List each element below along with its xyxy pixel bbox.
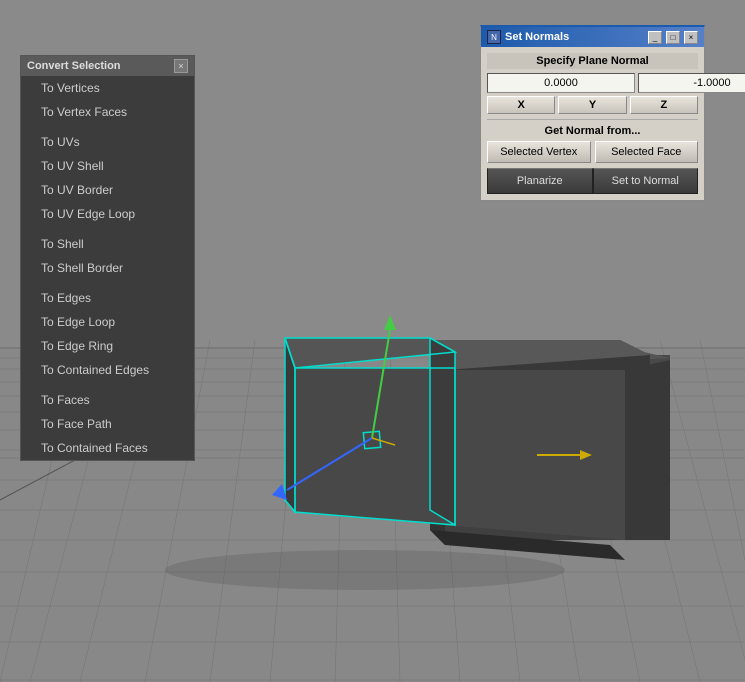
- xyz-buttons-row: X Y Z: [487, 96, 698, 114]
- convert-selection-titlebar[interactable]: Convert Selection ×: [21, 56, 194, 76]
- maximize-button[interactable]: □: [666, 31, 680, 44]
- minimize-button[interactable]: _: [648, 31, 662, 44]
- get-normal-buttons-row: Selected Vertex Selected Face: [487, 141, 698, 163]
- set-normals-icon: N: [487, 30, 501, 44]
- convert-item-to-vertex-faces[interactable]: To Vertex Faces: [21, 100, 194, 124]
- get-normal-from-label: Get Normal from...: [487, 125, 698, 137]
- convert-items-list: To VerticesTo Vertex Faces To UVsTo UV Sh…: [21, 76, 194, 460]
- convert-item-to-contained-edges[interactable]: To Contained Edges: [21, 358, 194, 382]
- section-divider-1: [487, 119, 698, 120]
- set-to-normal-button[interactable]: Set to Normal: [593, 168, 699, 194]
- convert-item-to-uvs[interactable]: To UVs: [21, 130, 194, 154]
- set-normals-title: Set Normals: [505, 31, 644, 43]
- convert-item-to-edges[interactable]: To Edges: [21, 286, 194, 310]
- convert-selection-panel: Convert Selection × To VerticesTo Vertex…: [20, 55, 195, 461]
- close-button[interactable]: ×: [684, 31, 698, 44]
- set-normals-titlebar[interactable]: N Set Normals _ □ ×: [481, 27, 704, 47]
- convert-close-button[interactable]: ×: [174, 59, 188, 73]
- convert-item-to-edge-loop[interactable]: To Edge Loop: [21, 310, 194, 334]
- specify-plane-normal-label: Specify Plane Normal: [487, 53, 698, 69]
- planarize-button[interactable]: Planarize: [487, 168, 593, 194]
- selected-vertex-button[interactable]: Selected Vertex: [487, 141, 591, 163]
- convert-item-to-edge-ring[interactable]: To Edge Ring: [21, 334, 194, 358]
- y-input[interactable]: [638, 73, 745, 93]
- action-buttons-row: Planarize Set to Normal: [487, 168, 698, 194]
- convert-selection-title: Convert Selection: [27, 60, 121, 72]
- convert-item-to-shell[interactable]: To Shell: [21, 232, 194, 256]
- selected-face-button[interactable]: Selected Face: [595, 141, 699, 163]
- x-button[interactable]: X: [487, 96, 555, 114]
- convert-item-to-vertices[interactable]: To Vertices: [21, 76, 194, 100]
- set-normals-body: Specify Plane Normal X Y Z Get Normal fr…: [481, 47, 704, 200]
- set-normals-panel: N Set Normals _ □ × Specify Plane Normal…: [480, 25, 705, 201]
- y-button[interactable]: Y: [558, 96, 626, 114]
- convert-item-to-faces[interactable]: To Faces: [21, 388, 194, 412]
- convert-item-to-face-path[interactable]: To Face Path: [21, 412, 194, 436]
- convert-item-to-uv-edge-loop[interactable]: To UV Edge Loop: [21, 202, 194, 226]
- convert-item-to-contained-faces[interactable]: To Contained Faces: [21, 436, 194, 460]
- convert-item-to-uv-border[interactable]: To UV Border: [21, 178, 194, 202]
- x-input[interactable]: [487, 73, 635, 93]
- convert-item-to-shell-border[interactable]: To Shell Border: [21, 256, 194, 280]
- xyz-inputs-row: [487, 73, 698, 93]
- z-button[interactable]: Z: [630, 96, 698, 114]
- convert-item-to-uv-shell[interactable]: To UV Shell: [21, 154, 194, 178]
